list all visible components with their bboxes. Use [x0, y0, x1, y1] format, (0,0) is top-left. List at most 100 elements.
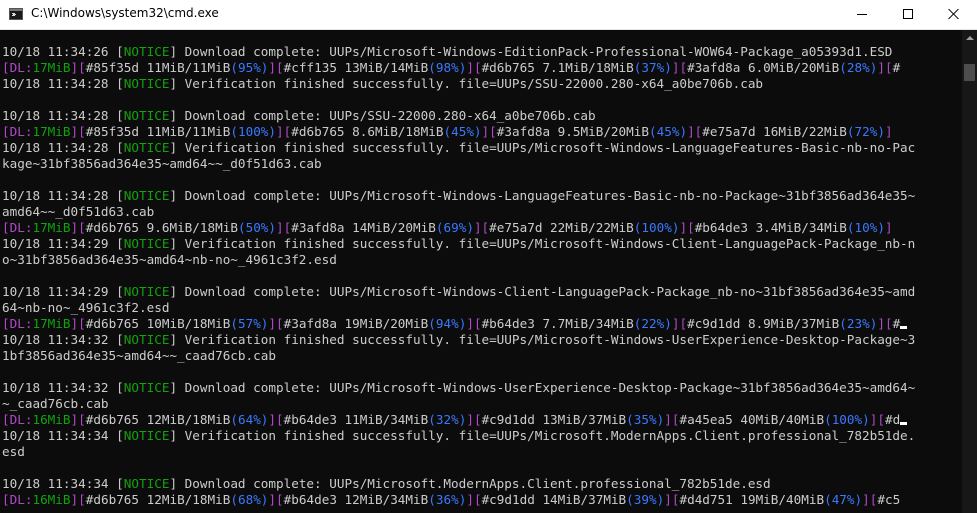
scroll-thumb[interactable] [964, 64, 975, 81]
progress-percent: (69%) [435, 220, 474, 235]
log-text: #d4d751 19MiB/40MiB [679, 492, 825, 507]
log-text: #e75a7d 22MiB/22MiB [489, 220, 634, 235]
log-text: #d6b765 12MiB/18MiB [85, 492, 231, 507]
console-output[interactable]: 10/18 11:34:26 [NOTICE] Download complet… [0, 30, 962, 513]
notice-tag: NOTICE [123, 140, 170, 155]
bracket-text: ][ [664, 412, 680, 427]
log-text: 1bf3856ad364e35~amd64~~_caad76cb.cab [2, 348, 276, 363]
bracket-text: ][ [70, 124, 86, 139]
bracket-text: ][ [877, 60, 893, 75]
console-line: esd [2, 444, 915, 460]
notice-tag: 17MiB [32, 60, 71, 75]
close-icon [948, 8, 960, 20]
console-line: [DL:16MiB][#d6b765 12MiB/18MiB(68%)][#b6… [2, 492, 915, 508]
bracket-text: ][ [869, 412, 885, 427]
notice-tag: NOTICE [123, 188, 170, 203]
console-window-icon[interactable] [9, 8, 23, 20]
console-line: [DL:17MiB][#d6b765 9.6MiB/18MiB(50%)][#3… [2, 220, 915, 236]
log-text: #d6b765 10MiB/18MiB [85, 316, 231, 331]
minimize-button[interactable] [839, 0, 885, 29]
notice-tag: NOTICE [123, 476, 170, 491]
log-text: #b64de3 11MiB/34MiB [283, 412, 429, 427]
vertical-scrollbar[interactable] [962, 30, 977, 513]
log-text: 10/18 11:34:26 [ [2, 44, 124, 59]
bracket-text: [DL: [2, 60, 33, 75]
progress-percent: (98%) [428, 60, 467, 75]
console-line: 10/18 11:34:28 [NOTICE] Verification fin… [2, 76, 915, 92]
log-text: o~31bf3856ad364e35~amd64~nb-no~_4961c3f2… [2, 252, 337, 267]
log-text: #c9d1dd 13MiB/37MiB [481, 412, 627, 427]
notice-tag: 16MiB [32, 412, 71, 427]
bracket-text: ][ [70, 60, 86, 75]
console-lines: 10/18 11:34:26 [NOTICE] Download complet… [2, 44, 915, 508]
console-line: 10/18 11:34:29 [NOTICE] Verification fin… [2, 236, 915, 252]
log-text: ] Verification finished successfully. fi… [169, 236, 916, 251]
console-line: amd64~~_d0f51d63.cab [2, 204, 915, 220]
log-text: 10/18 11:34:32 [ [2, 332, 124, 347]
log-text: #d [884, 412, 901, 427]
bracket-text: ][ [276, 124, 292, 139]
progress-percent: (23%) [839, 316, 878, 331]
log-text: ] Verification finished successfully. fi… [169, 140, 916, 155]
bracket-text: ][ [268, 492, 284, 507]
log-text: #3afd8a 6.0MiB/20MiB [687, 60, 840, 75]
console-line: 10/18 11:34:28 [NOTICE] Download complet… [2, 108, 915, 124]
log-text: ] Download complete: UUPs/Microsoft-Wind… [169, 284, 916, 299]
log-text: ] Download complete: UUPs/Microsoft-Wind… [169, 380, 916, 395]
bracket-text: ][ [671, 60, 688, 75]
notice-tag: 17MiB [32, 316, 71, 331]
progress-percent: (72%) [846, 124, 885, 139]
console-line: 10/18 11:34:29 [NOTICE] Download complet… [2, 284, 915, 300]
log-text: 10/18 11:34:28 [ [2, 76, 124, 91]
title-bar[interactable]: C:\Windows\system32\cmd.exe [0, 0, 977, 30]
console-line: kage~31bf3856ad364e35~amd64~~_d0f51d63.c… [2, 156, 915, 172]
progress-percent: (45%) [443, 124, 482, 139]
text-cursor [900, 422, 908, 425]
log-text: #c5 [877, 492, 901, 507]
bracket-text: ] [884, 220, 893, 235]
cmd-window: C:\Windows\system32\cmd.exe 10/18 11:34:… [0, 0, 977, 513]
log-text: #3afd8a 19MiB/20MiB [283, 316, 429, 331]
bracket-text: ][ [664, 492, 680, 507]
notice-tag: NOTICE [123, 108, 170, 123]
log-text: #a45ea5 40MiB/40MiB [679, 412, 825, 427]
bracket-text: ][ [481, 124, 497, 139]
bracket-text: ][ [70, 412, 86, 427]
log-text: #c9d1dd 8.9MiB/37MiB [687, 316, 840, 331]
log-text: ] Download complete: UUPs/Microsoft-Wind… [169, 44, 893, 59]
console-line: 10/18 11:34:32 [NOTICE] Verification fin… [2, 332, 915, 348]
log-text: ] Verification finished successfully. fi… [169, 76, 764, 91]
progress-percent: (95%) [230, 60, 269, 75]
bracket-text: ][ [70, 492, 86, 507]
log-text: 10/18 11:34:29 [ [2, 236, 124, 251]
log-text: #3afd8a 9.5MiB/20MiB [496, 124, 649, 139]
console-line: 64~nb-no~_4961c3f2.esd [2, 300, 915, 316]
bracket-text: ][ [862, 492, 878, 507]
bracket-text: ] [884, 124, 893, 139]
maximize-button[interactable] [885, 0, 931, 29]
bracket-text: [DL: [2, 220, 33, 235]
log-text: # [892, 60, 901, 75]
notice-tag: NOTICE [123, 284, 170, 299]
close-button[interactable] [931, 0, 977, 29]
log-text: #b64de3 7.7MiB/34MiB [481, 316, 634, 331]
bracket-text: ][ [466, 412, 482, 427]
log-text: #cff135 13MiB/14MiB [283, 60, 429, 75]
progress-percent: (100%) [633, 220, 680, 235]
notice-tag: 17MiB [32, 124, 71, 139]
bracket-text: ][ [687, 124, 703, 139]
scroll-up-button[interactable] [962, 30, 977, 47]
log-text: 10/18 11:34:29 [ [2, 284, 124, 299]
log-text: ] Verification finished successfully. fi… [169, 332, 916, 347]
notice-tag: NOTICE [123, 428, 170, 443]
window-title: C:\Windows\system32\cmd.exe [31, 6, 219, 20]
log-text: #c9d1dd 14MiB/37MiB [481, 492, 627, 507]
notice-tag: 16MiB [32, 492, 71, 507]
log-text: #b64de3 3.4MiB/34MiB [694, 220, 847, 235]
log-text: #d6b765 12MiB/18MiB [85, 412, 231, 427]
log-text: #b64de3 12MiB/34MiB [283, 492, 429, 507]
log-text: 10/18 11:34:32 [ [2, 380, 124, 395]
bracket-text: ][ [268, 316, 284, 331]
log-text: ] Verification finished successfully. fi… [169, 428, 916, 443]
